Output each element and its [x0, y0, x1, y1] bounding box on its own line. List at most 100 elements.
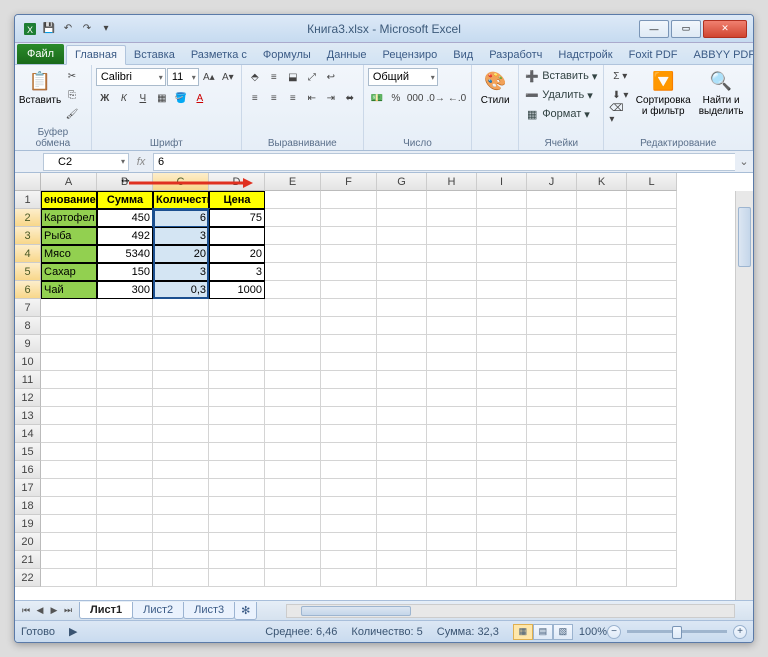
- cell-A13[interactable]: [41, 407, 97, 425]
- cell-I6[interactable]: [477, 281, 527, 299]
- cell-F13[interactable]: [321, 407, 377, 425]
- row-header-10[interactable]: 10: [15, 353, 41, 371]
- redo-icon[interactable]: ↷: [78, 20, 96, 38]
- row-header-8[interactable]: 8: [15, 317, 41, 335]
- cell-G3[interactable]: [377, 227, 427, 245]
- cell-E6[interactable]: [265, 281, 321, 299]
- cell-B21[interactable]: [97, 551, 153, 569]
- cell-C19[interactable]: [153, 515, 209, 533]
- wrap-text-icon[interactable]: ↩: [322, 68, 340, 86]
- cell-G18[interactable]: [377, 497, 427, 515]
- cell-E17[interactable]: [265, 479, 321, 497]
- row-header-7[interactable]: 7: [15, 299, 41, 317]
- cell-E18[interactable]: [265, 497, 321, 515]
- cell-L17[interactable]: [627, 479, 677, 497]
- cell-H13[interactable]: [427, 407, 477, 425]
- copy-icon[interactable]: ⎘: [63, 86, 81, 104]
- cells-delete[interactable]: ➖Удалить ▾: [523, 86, 599, 104]
- cell-C10[interactable]: [153, 353, 209, 371]
- border-icon[interactable]: ▦: [153, 89, 171, 107]
- cell-L2[interactable]: [627, 209, 677, 227]
- cell-G15[interactable]: [377, 443, 427, 461]
- tab-developer[interactable]: Разработч: [481, 46, 550, 64]
- font-size-combo[interactable]: 11: [167, 68, 199, 86]
- cell-A16[interactable]: [41, 461, 97, 479]
- row-header-11[interactable]: 11: [15, 371, 41, 389]
- maximize-button[interactable]: ▭: [671, 20, 701, 38]
- align-center-icon[interactable]: ≡: [265, 89, 283, 107]
- cell-D17[interactable]: [209, 479, 265, 497]
- cell-C6[interactable]: 0,3: [153, 281, 209, 299]
- cell-G2[interactable]: [377, 209, 427, 227]
- cell-K19[interactable]: [577, 515, 627, 533]
- cell-D9[interactable]: [209, 335, 265, 353]
- cell-D10[interactable]: [209, 353, 265, 371]
- cell-B14[interactable]: [97, 425, 153, 443]
- cell-H22[interactable]: [427, 569, 477, 587]
- cell-B5[interactable]: 150: [97, 263, 153, 281]
- cell-J20[interactable]: [527, 533, 577, 551]
- cell-J22[interactable]: [527, 569, 577, 587]
- cell-C21[interactable]: [153, 551, 209, 569]
- cell-C9[interactable]: [153, 335, 209, 353]
- bold-button[interactable]: Ж: [96, 89, 114, 107]
- titlebar[interactable]: X 💾 ↶ ↷ ▾ Книга3.xlsx - Microsoft Excel …: [15, 15, 753, 43]
- cell-K16[interactable]: [577, 461, 627, 479]
- cell-K22[interactable]: [577, 569, 627, 587]
- row-header-12[interactable]: 12: [15, 389, 41, 407]
- cell-L5[interactable]: [627, 263, 677, 281]
- font-color-icon[interactable]: A: [191, 89, 209, 107]
- cell-C22[interactable]: [153, 569, 209, 587]
- cell-J12[interactable]: [527, 389, 577, 407]
- cell-A9[interactable]: [41, 335, 97, 353]
- cell-K9[interactable]: [577, 335, 627, 353]
- cell-L8[interactable]: [627, 317, 677, 335]
- tab-foxit[interactable]: Foxit PDF: [621, 46, 686, 64]
- col-header-L[interactable]: L: [627, 173, 677, 191]
- row-header-9[interactable]: 9: [15, 335, 41, 353]
- cell-H6[interactable]: [427, 281, 477, 299]
- orientation-icon[interactable]: ⤢: [303, 68, 321, 86]
- cell-J10[interactable]: [527, 353, 577, 371]
- tab-data[interactable]: Данные: [319, 46, 375, 64]
- cell-A22[interactable]: [41, 569, 97, 587]
- cell-D6[interactable]: 1000: [209, 281, 265, 299]
- col-header-E[interactable]: E: [265, 173, 321, 191]
- row-header-17[interactable]: 17: [15, 479, 41, 497]
- align-middle-icon[interactable]: ≡: [265, 68, 283, 86]
- currency-icon[interactable]: 💵: [368, 89, 386, 107]
- row-header-14[interactable]: 14: [15, 425, 41, 443]
- cell-H9[interactable]: [427, 335, 477, 353]
- cell-D18[interactable]: [209, 497, 265, 515]
- vertical-scrollbar[interactable]: [735, 191, 753, 600]
- cell-C7[interactable]: [153, 299, 209, 317]
- sheet-nav-next-icon[interactable]: ▶: [47, 605, 61, 616]
- cell-K7[interactable]: [577, 299, 627, 317]
- cell-A8[interactable]: [41, 317, 97, 335]
- cells-insert[interactable]: ➕Вставить ▾: [523, 67, 599, 85]
- cell-A12[interactable]: [41, 389, 97, 407]
- cell-G14[interactable]: [377, 425, 427, 443]
- cell-J6[interactable]: [527, 281, 577, 299]
- sheet-nav-first-icon[interactable]: ⏮: [19, 605, 33, 616]
- font-name-combo[interactable]: Calibri: [96, 68, 166, 86]
- cell-E9[interactable]: [265, 335, 321, 353]
- tab-view[interactable]: Вид: [445, 46, 481, 64]
- cell-D8[interactable]: [209, 317, 265, 335]
- cell-I13[interactable]: [477, 407, 527, 425]
- cell-I11[interactable]: [477, 371, 527, 389]
- cell-G17[interactable]: [377, 479, 427, 497]
- cell-E4[interactable]: [265, 245, 321, 263]
- cell-E14[interactable]: [265, 425, 321, 443]
- col-header-D[interactable]: D: [209, 173, 265, 191]
- cell-I3[interactable]: [477, 227, 527, 245]
- row-header-18[interactable]: 18: [15, 497, 41, 515]
- view-layout-icon[interactable]: ▤: [533, 624, 553, 640]
- tab-home[interactable]: Главная: [66, 45, 126, 65]
- cell-G10[interactable]: [377, 353, 427, 371]
- cell-I17[interactable]: [477, 479, 527, 497]
- cell-K20[interactable]: [577, 533, 627, 551]
- row-header-22[interactable]: 22: [15, 569, 41, 587]
- cell-B18[interactable]: [97, 497, 153, 515]
- cell-I10[interactable]: [477, 353, 527, 371]
